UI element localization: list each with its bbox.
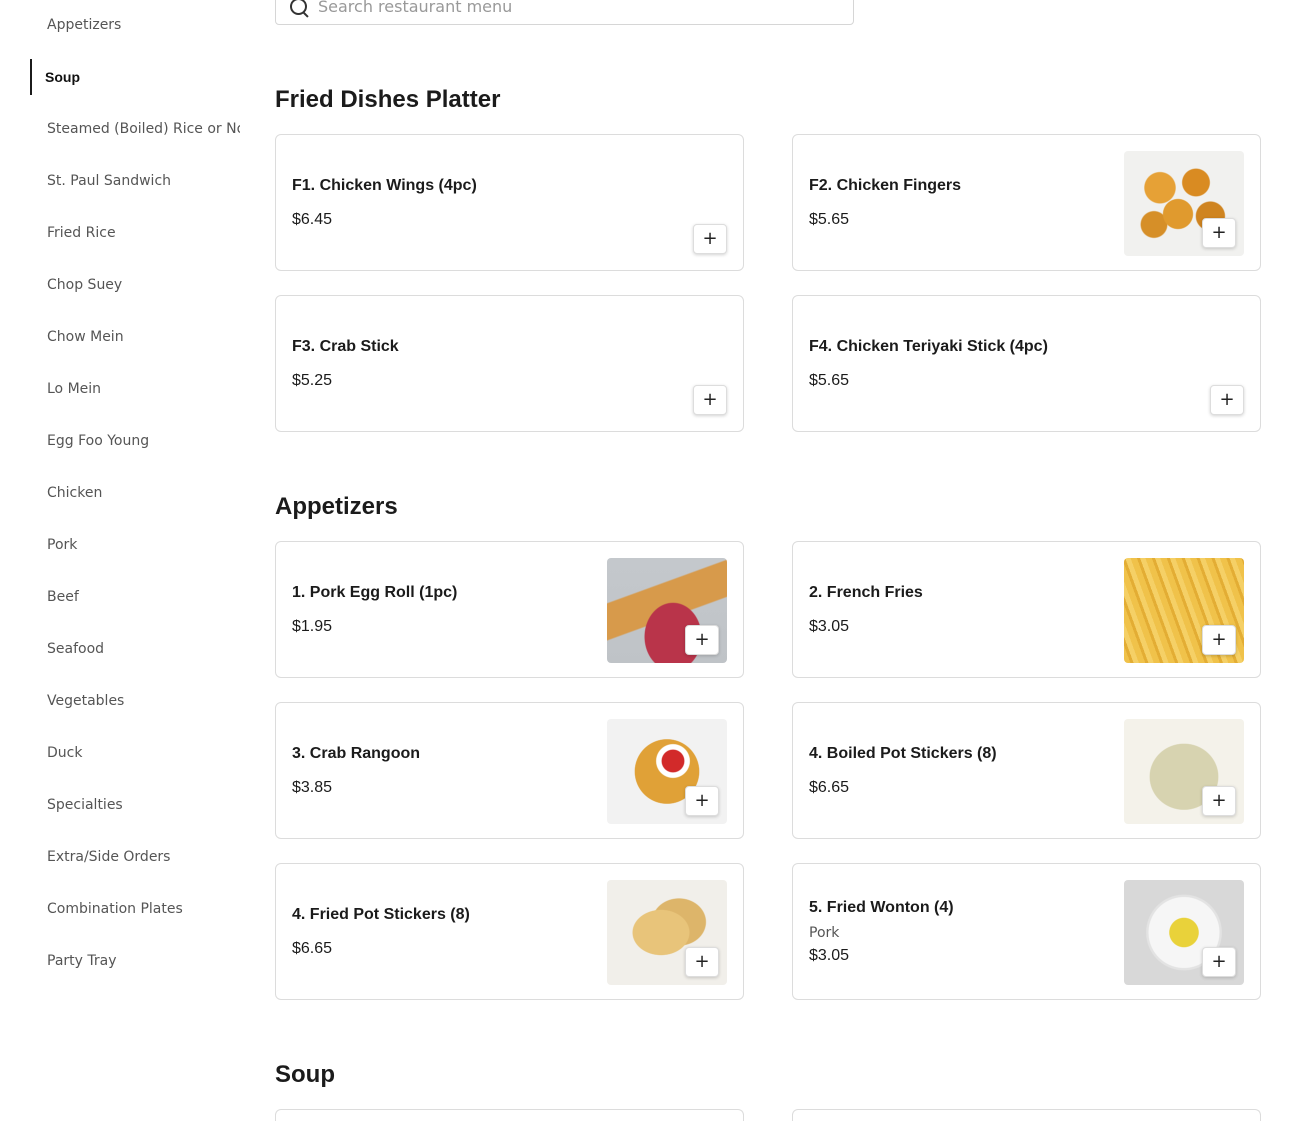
sidebar-item-combination-plates[interactable]: Combination Plates <box>30 891 240 927</box>
menu-item-card[interactable]: F1. Chicken Wings (4pc) $6.45 + <box>275 134 744 271</box>
item-name: 5. Fried Wonton (4) <box>809 898 954 916</box>
item-price: $3.05 <box>809 617 850 635</box>
item-name: F1. Chicken Wings (4pc) <box>292 176 477 194</box>
item-name: 3. Crab Rangoon <box>292 744 421 762</box>
item-name: 2. French Fries <box>809 583 923 601</box>
sidebar-item-seafood[interactable]: Seafood <box>30 631 240 667</box>
add-to-cart-button[interactable]: + <box>1202 786 1236 816</box>
menu-item-card[interactable]: 3. Crab Rangoon $3.85 + <box>275 702 744 839</box>
menu-item-card[interactable] <box>275 1109 744 1121</box>
menu-item-card[interactable]: F2. Chicken Fingers $5.65 + <box>792 134 1261 271</box>
menu-search[interactable] <box>275 0 854 25</box>
item-price: $1.95 <box>292 617 333 635</box>
item-price: $6.45 <box>292 210 333 228</box>
sidebar-item-extra-side-orders[interactable]: Extra/Side Orders <box>30 839 240 875</box>
item-price: $6.65 <box>292 939 333 957</box>
sidebar-item-vegetables[interactable]: Vegetables <box>30 683 240 719</box>
sidebar-item-specialties[interactable]: Specialties <box>30 787 240 823</box>
item-photo: + <box>1124 151 1244 256</box>
menu-item-card[interactable]: 5. Fried Wonton (4) Pork $3.05 + <box>792 863 1261 1000</box>
item-name: 4. Boiled Pot Stickers (8) <box>809 744 997 762</box>
item-description: Pork <box>809 924 840 941</box>
menu-item-card[interactable]: F4. Chicken Teriyaki Stick (4pc) $5.65 + <box>792 295 1261 432</box>
item-price: $5.25 <box>292 371 333 389</box>
section-title-fried-dishes: Fried Dishes Platter <box>275 86 501 113</box>
section-title-appetizers: Appetizers <box>275 493 398 520</box>
add-to-cart-button[interactable]: + <box>685 786 719 816</box>
menu-item-card[interactable]: 4. Fried Pot Stickers (8) $6.65 + <box>275 863 744 1000</box>
search-icon <box>288 0 310 18</box>
sidebar-item-chow-mein[interactable]: Chow Mein <box>30 319 240 355</box>
sidebar-item-lo-mein[interactable]: Lo Mein <box>30 371 240 407</box>
sidebar-item-chicken[interactable]: Chicken <box>30 475 240 511</box>
item-name: F4. Chicken Teriyaki Stick (4pc) <box>809 337 1048 355</box>
sidebar-item-appetizers[interactable]: Appetizers <box>30 7 240 43</box>
item-price: $5.65 <box>809 210 850 228</box>
item-price: $3.85 <box>292 778 333 796</box>
add-to-cart-button[interactable]: + <box>685 947 719 977</box>
add-to-cart-button[interactable]: + <box>1202 625 1236 655</box>
item-name: F2. Chicken Fingers <box>809 176 962 194</box>
add-to-cart-button[interactable]: + <box>685 625 719 655</box>
section-title-soup: Soup <box>275 1061 335 1088</box>
sidebar-item-pork[interactable]: Pork <box>30 527 240 563</box>
sidebar-item-duck[interactable]: Duck <box>30 735 240 771</box>
sidebar-item-party-tray[interactable]: Party Tray <box>30 943 240 979</box>
menu-item-card[interactable]: 1. Pork Egg Roll (1pc) $1.95 + <box>275 541 744 678</box>
item-price: $3.05 <box>809 946 850 964</box>
item-name: 1. Pork Egg Roll (1pc) <box>292 583 458 601</box>
item-photo: + <box>1124 880 1244 985</box>
item-photo: + <box>1124 558 1244 663</box>
item-photo: + <box>607 880 727 985</box>
item-price: $5.65 <box>809 371 850 389</box>
item-photo: + <box>607 558 727 663</box>
menu-item-card[interactable] <box>792 1109 1261 1121</box>
item-name: 4. Fried Pot Stickers (8) <box>292 905 470 923</box>
item-photo: + <box>1124 719 1244 824</box>
menu-item-card[interactable]: 4. Boiled Pot Stickers (8) $6.65 + <box>792 702 1261 839</box>
sidebar-item-soup[interactable]: Soup <box>30 59 240 95</box>
sidebar-item-fried-rice[interactable]: Fried Rice <box>30 215 240 251</box>
sidebar-item-st-paul-sandwich[interactable]: St. Paul Sandwich <box>30 163 240 199</box>
sidebar-item-beef[interactable]: Beef <box>30 579 240 615</box>
item-name: F3. Crab Stick <box>292 337 399 355</box>
add-to-cart-button[interactable]: + <box>1210 385 1244 415</box>
search-input[interactable] <box>318 0 818 16</box>
sidebar-item-egg-foo-young[interactable]: Egg Foo Young <box>30 423 240 459</box>
item-photo: + <box>607 719 727 824</box>
item-price: $6.65 <box>809 778 850 796</box>
add-to-cart-button[interactable]: + <box>693 385 727 415</box>
add-to-cart-button[interactable]: + <box>693 224 727 254</box>
add-to-cart-button[interactable]: + <box>1202 947 1236 977</box>
sidebar-item-chop-suey[interactable]: Chop Suey <box>30 267 240 303</box>
category-sidebar: Appetizers Soup Steamed (Boiled) Rice or… <box>30 7 240 995</box>
menu-item-card[interactable]: 2. French Fries $3.05 + <box>792 541 1261 678</box>
sidebar-item-steamed-rice[interactable]: Steamed (Boiled) Rice or Noodles <box>30 111 240 147</box>
add-to-cart-button[interactable]: + <box>1202 218 1236 248</box>
menu-item-card[interactable]: F3. Crab Stick $5.25 + <box>275 295 744 432</box>
